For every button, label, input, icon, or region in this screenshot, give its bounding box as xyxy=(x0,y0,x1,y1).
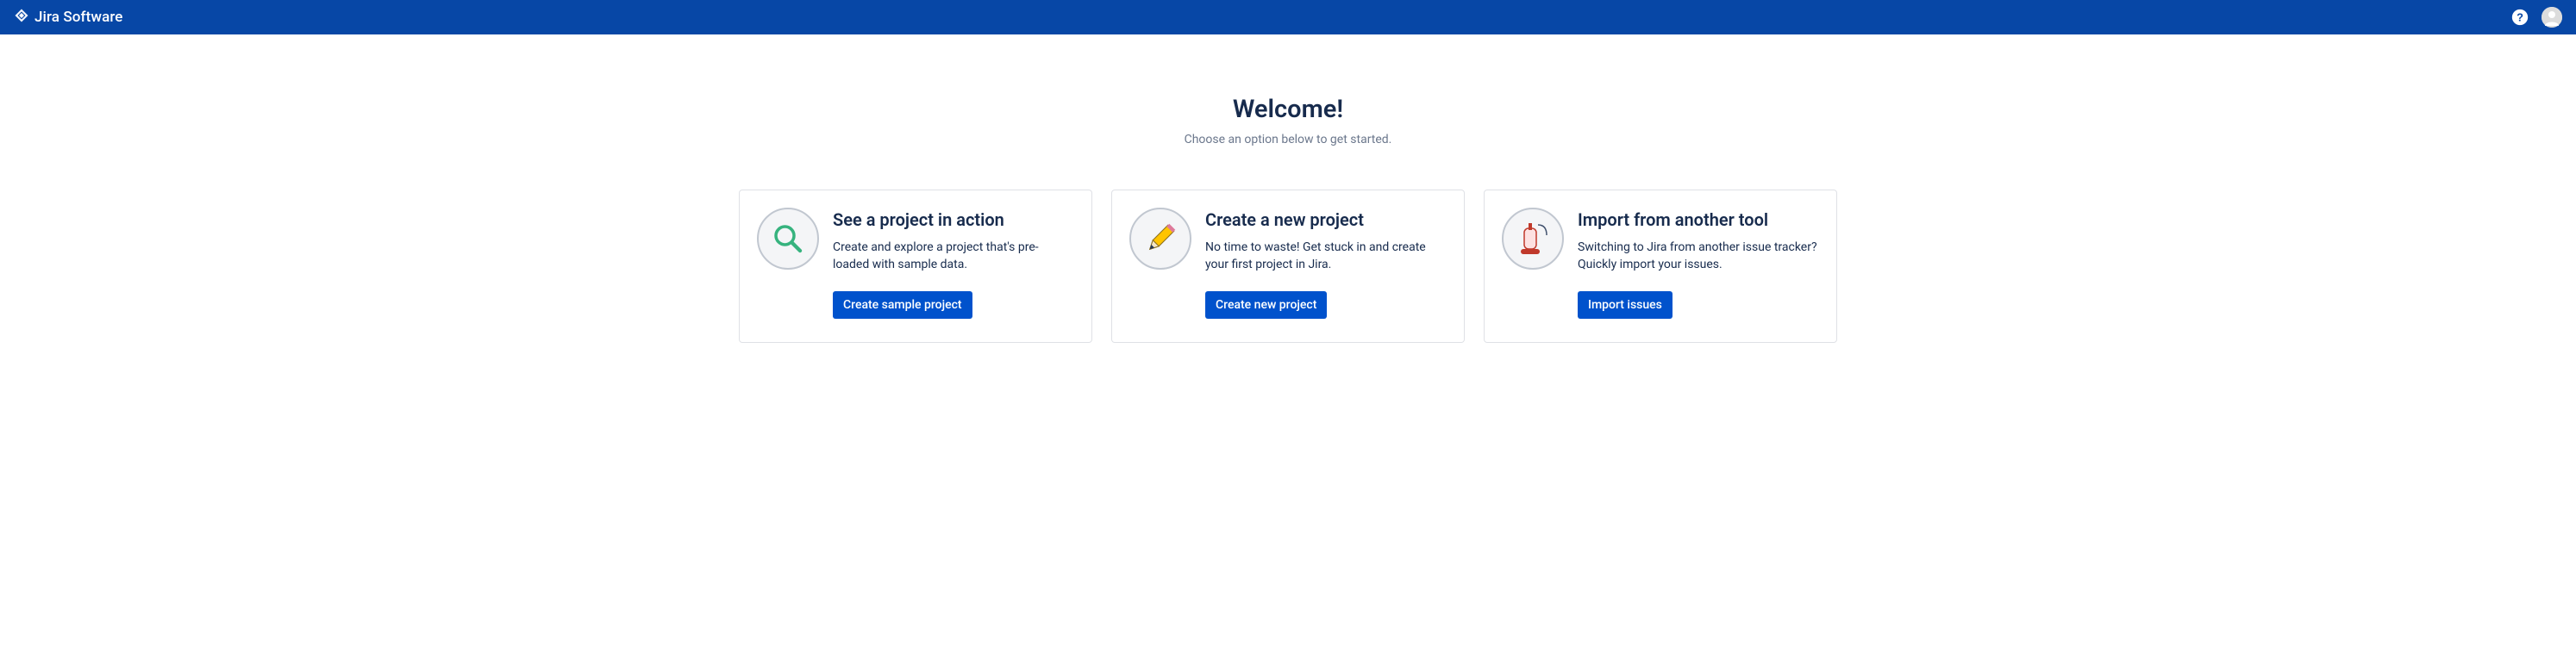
header-actions: ? xyxy=(2510,7,2562,28)
magnifier-icon xyxy=(757,208,819,270)
create-sample-project-button[interactable]: Create sample project xyxy=(833,291,972,319)
welcome-section: Welcome! Choose an option below to get s… xyxy=(0,34,2576,343)
card-sample-project: See a project in action Create and explo… xyxy=(739,190,1092,343)
welcome-subtitle: Choose an option below to get started. xyxy=(0,133,2576,146)
card-title: Import from another tool xyxy=(1578,209,1819,230)
help-icon: ? xyxy=(2510,8,2529,27)
svg-text:?: ? xyxy=(2517,11,2523,24)
card-title: See a project in action xyxy=(833,209,1074,230)
vacuum-icon xyxy=(1502,208,1564,270)
product-name: Jira Software xyxy=(34,9,123,26)
welcome-title: Welcome! xyxy=(0,95,2576,124)
jira-logo-icon xyxy=(14,8,29,27)
import-issues-button[interactable]: Import issues xyxy=(1578,291,1673,319)
product-logo[interactable]: Jira Software xyxy=(14,8,123,27)
card-import: Import from another tool Switching to Ji… xyxy=(1484,190,1837,343)
app-header: Jira Software ? xyxy=(0,0,2576,34)
onboarding-cards: See a project in action Create and explo… xyxy=(0,190,2576,343)
user-avatar[interactable] xyxy=(2542,7,2562,28)
card-new-project: Create a new project No time to waste! G… xyxy=(1111,190,1465,343)
card-description: Create and explore a project that's pre-… xyxy=(833,239,1074,274)
user-icon xyxy=(2542,7,2562,28)
pencil-icon xyxy=(1129,208,1191,270)
card-title: Create a new project xyxy=(1205,209,1447,230)
help-button[interactable]: ? xyxy=(2510,8,2529,27)
create-new-project-button[interactable]: Create new project xyxy=(1205,291,1327,319)
card-description: No time to waste! Get stuck in and creat… xyxy=(1205,239,1447,274)
card-description: Switching to Jira from another issue tra… xyxy=(1578,239,1819,274)
